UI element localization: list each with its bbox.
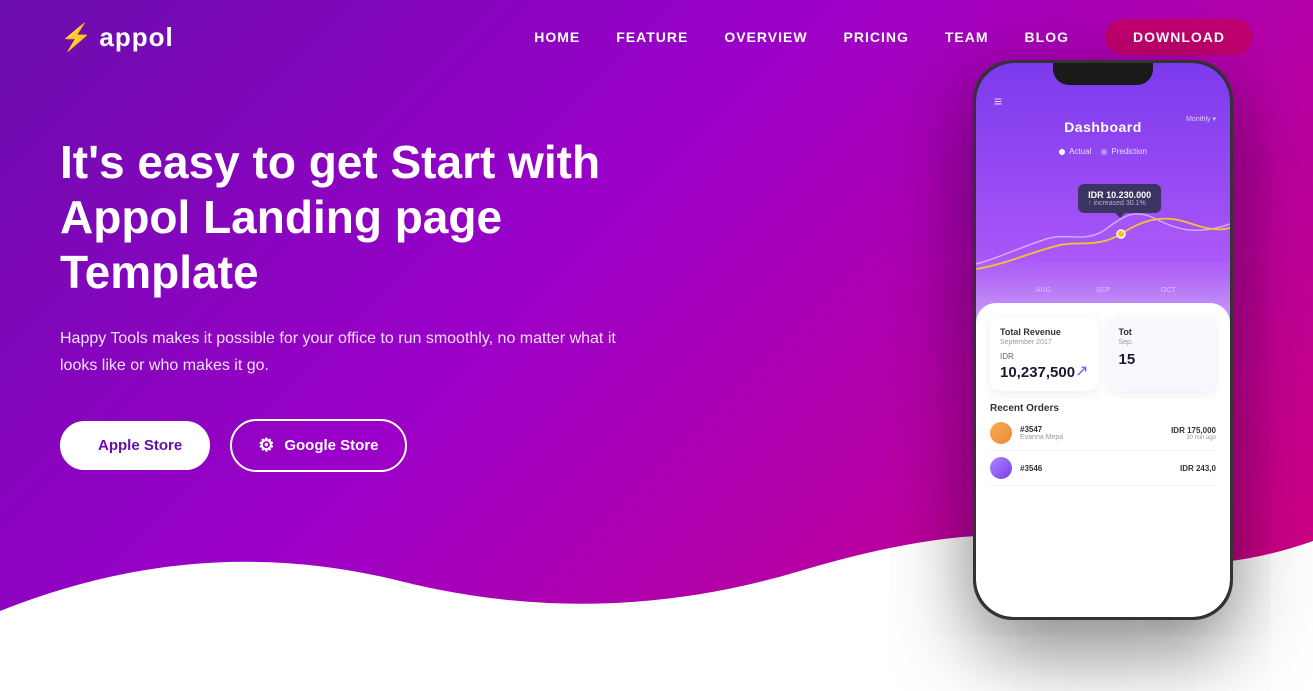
prediction-dot <box>1101 149 1107 155</box>
svg-text:SEP: SEP <box>1096 287 1110 294</box>
hero-content: It's easy to get Start with Appol Landin… <box>0 75 700 472</box>
trend-icon: ↗ <box>1075 361 1088 381</box>
dashboard-title: Dashboard <box>1064 119 1142 135</box>
order-name-1: Evanna Mepa <box>1020 434 1163 441</box>
hero-title: It's easy to get Start with Appol Landin… <box>60 135 640 301</box>
dashboard-cards: Total Revenue September 2017 IDR 10,237,… <box>976 303 1230 617</box>
svg-text:OCT: OCT <box>1161 287 1177 294</box>
nav-feature[interactable]: FEATURE <box>616 29 688 45</box>
nav-pricing[interactable]: PRICING <box>844 29 909 45</box>
phone-notch <box>1053 63 1153 85</box>
nav-links: HOME FEATURE OVERVIEW PRICING TEAM BLOG … <box>534 29 1253 47</box>
tooltip-amount: IDR 10.230.000 <box>1088 190 1151 200</box>
card-currency: IDR <box>1000 352 1088 361</box>
google-store-label: Google Store <box>284 437 378 454</box>
actual-dot <box>1059 149 1065 155</box>
phone-outer: ≡ Dashboard Actual Prediction <box>973 60 1233 620</box>
logo-icon: ⚡ <box>60 22 93 53</box>
nav-home[interactable]: HOME <box>534 29 580 45</box>
card2-title: Tot <box>1118 327 1206 337</box>
order-amount-1: IDR 175,000 <box>1171 426 1216 435</box>
card-subtitle: September 2017 <box>1000 339 1088 346</box>
android-icon: ⚙ <box>258 435 274 456</box>
card2-amount: 15 <box>1118 352 1206 369</box>
card-amount: 10,237,500 <box>1000 365 1075 382</box>
order-right-1: IDR 175,000 30 min ago <box>1171 426 1216 441</box>
nav-download-button[interactable]: DOWNLOAD <box>1105 19 1253 55</box>
hero-section: ⚡ appol HOME FEATURE OVERVIEW PRICING TE… <box>0 0 1313 691</box>
total-revenue-card: Total Revenue September 2017 IDR 10,237,… <box>990 317 1098 391</box>
monthly-selector[interactable]: Monthly ▾ <box>1186 115 1216 123</box>
phone-mockup: ≡ Dashboard Actual Prediction <box>973 60 1233 620</box>
order-id-2: #3546 <box>1020 464 1172 473</box>
order-info-1: #3547 Evanna Mepa <box>1020 425 1163 441</box>
order-avatar-2 <box>990 457 1012 479</box>
svg-text:AUG: AUG <box>1036 287 1051 294</box>
apple-store-button[interactable]: Apple Store <box>60 421 210 470</box>
chart-legend: Actual Prediction <box>976 143 1230 160</box>
order-info-2: #3546 <box>1020 464 1172 473</box>
hero-description: Happy Tools makes it possible for your o… <box>60 325 620 379</box>
legend-actual: Actual <box>1059 147 1091 156</box>
order-date-1: 30 min ago <box>1171 435 1216 441</box>
google-store-button[interactable]: ⚙ Google Store <box>230 419 406 472</box>
order-row-2: #3546 IDR 243,0 <box>990 457 1216 486</box>
order-avatar-1 <box>990 422 1012 444</box>
orders-section-title: Recent Orders <box>990 403 1216 414</box>
chart-tooltip: IDR 10.230.000 ↑ increased 30.1% <box>1078 184 1161 213</box>
cta-buttons: Apple Store ⚙ Google Store <box>60 419 640 472</box>
apple-store-label: Apple Store <box>98 437 182 454</box>
order-id-1: #3547 <box>1020 425 1163 434</box>
revenue-chart: IDR 10.230.000 ↑ increased 30.1% <box>976 164 1230 294</box>
nav-overview[interactable]: OVERVIEW <box>724 29 807 45</box>
card2-subtitle: Sep. <box>1118 339 1206 346</box>
tooltip-sub: ↑ increased 30.1% <box>1088 200 1151 207</box>
order-row-1: #3547 Evanna Mepa IDR 175,000 30 min ago <box>990 422 1216 451</box>
phone-screen: ≡ Dashboard Actual Prediction <box>976 63 1230 617</box>
nav-team[interactable]: TEAM <box>945 29 989 45</box>
nav-blog[interactable]: BLOG <box>1025 29 1069 45</box>
revenue-cards-row: Total Revenue September 2017 IDR 10,237,… <box>990 317 1216 391</box>
card-title: Total Revenue <box>1000 327 1088 337</box>
legend-prediction: Prediction <box>1101 147 1147 156</box>
menu-icon: ≡ <box>994 93 1002 109</box>
card-value-row: 10,237,500 ↗ <box>1000 361 1088 381</box>
brand-name: appol <box>99 22 173 53</box>
order-amount-2: IDR 243,0 <box>1180 464 1216 473</box>
second-card: Tot Sep. 15 <box>1108 317 1216 391</box>
logo[interactable]: ⚡ appol <box>60 22 174 53</box>
order-right-2: IDR 243,0 <box>1180 464 1216 473</box>
